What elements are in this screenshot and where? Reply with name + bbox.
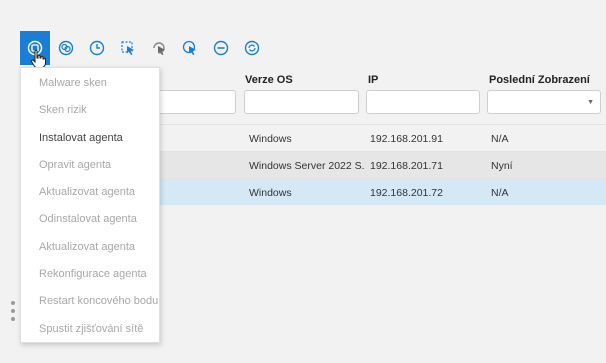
column-header-ip[interactable]: IP xyxy=(368,74,378,86)
cursor-circle-button[interactable] xyxy=(175,31,205,65)
pointer-button[interactable] xyxy=(113,31,143,65)
menu-item-risk-scan[interactable]: Sken rizik xyxy=(39,104,87,116)
menu-item-network-discovery[interactable]: Spustit zjišťování sítě xyxy=(39,323,143,335)
filter-input-os[interactable] xyxy=(244,90,359,114)
chevron-down-icon: ▼ xyxy=(587,99,594,106)
filter-select-last-seen[interactable]: ▼ xyxy=(487,90,601,114)
minus-button[interactable] xyxy=(206,31,236,65)
menu-item-update-agent[interactable]: Aktualizovat agenta xyxy=(39,186,135,198)
table-row[interactable]: Windows 192.168.201.91 N/A xyxy=(150,124,606,151)
clock-icon xyxy=(89,40,105,56)
cell-os: Windows xyxy=(249,133,292,145)
refresh-pointer-icon xyxy=(153,42,165,55)
more-options-icon[interactable] xyxy=(11,301,15,323)
actions-dropdown-menu: Malware sken Sken rizik Instalovat agent… xyxy=(20,67,160,343)
pointer-icon xyxy=(121,41,134,55)
menu-item-repair-agent[interactable]: Opravit agenta xyxy=(39,159,111,171)
cell-last-seen: N/A xyxy=(491,187,509,199)
refresh-pointer-button[interactable] xyxy=(144,31,174,65)
menu-item-install-agent[interactable]: Instalovat agenta xyxy=(39,132,123,144)
hand-cursor-icon xyxy=(30,49,46,69)
cell-os: Windows xyxy=(249,187,292,199)
menu-item-reconfigure-agent[interactable]: Rekonfigurace agenta xyxy=(39,268,147,280)
clock-button[interactable] xyxy=(82,31,112,65)
risk-button[interactable] xyxy=(51,31,81,65)
table-row-selected[interactable]: Windows 192.168.201.72 N/A xyxy=(150,178,606,205)
cell-last-seen: Nyní xyxy=(491,160,513,172)
cell-ip: 192.168.201.91 xyxy=(370,133,443,145)
cell-os: Windows Server 2022 S... xyxy=(249,160,365,172)
filter-input-name[interactable] xyxy=(150,90,236,114)
menu-item-malware-scan[interactable]: Malware sken xyxy=(39,77,107,89)
cell-ip: 192.168.201.71 xyxy=(370,160,443,172)
filter-input-ip[interactable] xyxy=(366,90,480,114)
cell-last-seen: N/A xyxy=(491,133,509,145)
minus-icon xyxy=(213,40,229,56)
cursor-circle-icon xyxy=(182,40,196,55)
menu-item-restart-endpoint[interactable]: Restart koncového bodu xyxy=(39,295,158,307)
menu-item-upgrade-agent[interactable]: Aktualizovat agenta xyxy=(39,241,135,253)
menu-item-uninstall-agent[interactable]: Odinstalovat agenta xyxy=(39,213,137,225)
table-row[interactable]: Windows Server 2022 S... 192.168.201.71 … xyxy=(150,151,606,178)
cell-ip: 192.168.201.72 xyxy=(370,187,443,199)
sync-icon xyxy=(244,40,260,56)
column-header-os[interactable]: Verze OS xyxy=(245,74,293,86)
column-header-last-seen[interactable]: Poslední Zobrazení xyxy=(489,74,590,86)
sync-button[interactable] xyxy=(237,31,267,65)
risk-icon xyxy=(58,40,74,56)
